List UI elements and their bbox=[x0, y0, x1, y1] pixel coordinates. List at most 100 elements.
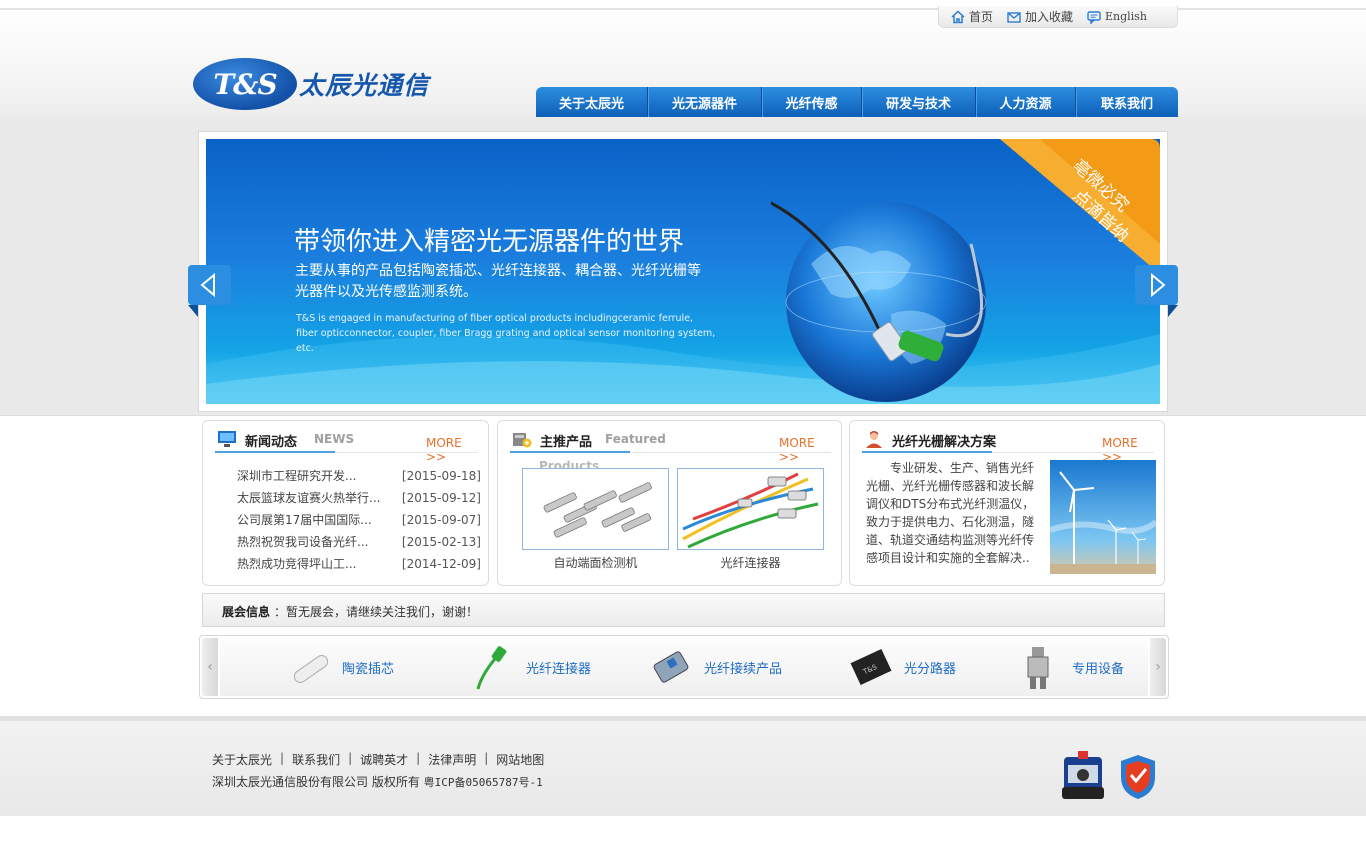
footer-separator: | bbox=[280, 751, 285, 765]
news-title: 新闻动态 bbox=[245, 435, 298, 450]
news-item-title: 热烈祝贺我司设备光纤... bbox=[237, 535, 369, 549]
news-item[interactable]: 深圳市工程研究开发... [2015-09-18] bbox=[237, 467, 481, 489]
home-link[interactable]: 首页 bbox=[951, 8, 993, 25]
news-item[interactable]: 公司展第17届中国国际... [2015-09-07] bbox=[237, 511, 481, 533]
footer-link-jobs[interactable]: 诚聘英才 bbox=[360, 751, 408, 768]
carousel-item-ferrule[interactable]: 陶瓷插芯 bbox=[286, 638, 394, 696]
nav-fiber-sensing[interactable]: 光纤传感 bbox=[762, 87, 862, 117]
splitter-icon: T&S bbox=[850, 648, 892, 686]
news-item-title: 太辰篮球友谊赛火热举行... bbox=[237, 491, 381, 505]
police-badge-icon[interactable] bbox=[1060, 751, 1106, 803]
solutions-underline bbox=[862, 451, 992, 453]
main-nav: 关于太辰光 光无源器件 光纤传感 研发与技术 人力资源 联系我们 bbox=[536, 87, 1178, 117]
news-item-date: [2015-09-12] bbox=[401, 491, 481, 505]
solutions-panel: 光纤光栅解决方案 MORE >> 专业研发、生产、销售光纤光栅、光纤光栅传感器和… bbox=[849, 420, 1165, 586]
news-item-date: [2014-12-09] bbox=[401, 557, 481, 571]
banner-subtitle: 主要从事的产品包括陶瓷插芯、光纤连接器、耦合器、光纤光栅等光器件以及光传感监测系… bbox=[295, 263, 701, 300]
product-thumb-inspection-machine[interactable] bbox=[522, 468, 669, 550]
security-shield-icon[interactable] bbox=[1115, 751, 1161, 803]
nav-contact[interactable]: 联系我们 bbox=[1076, 87, 1178, 117]
monitor-icon bbox=[218, 431, 236, 447]
chat-icon bbox=[1087, 10, 1101, 24]
news-item-title: 深圳市工程研究开发... bbox=[237, 469, 357, 483]
product-caption[interactable]: 光纤连接器 bbox=[677, 554, 824, 571]
footer-link-legal[interactable]: 法律声明 bbox=[428, 751, 476, 768]
equipment-icon bbox=[1027, 647, 1049, 689]
nav-hr[interactable]: 人力资源 bbox=[976, 87, 1076, 117]
footer-link-about[interactable]: 关于太辰光 bbox=[212, 751, 272, 768]
person-icon bbox=[866, 431, 882, 448]
expo-bar: 展会信息 ：暂无展会，请继续关注我们，谢谢！ bbox=[202, 593, 1165, 627]
carousel-item-equipment[interactable]: 专用设备 bbox=[1016, 638, 1124, 696]
products-panel-header: 主推产品 Featured Products MORE >> bbox=[510, 427, 831, 473]
carousel-next-arrow[interactable]: › bbox=[1150, 638, 1166, 696]
home-icon bbox=[951, 9, 965, 23]
site-logo[interactable]: T&S 太辰光通信 bbox=[193, 56, 443, 112]
carousel-item-label: 光纤接续产品 bbox=[704, 661, 783, 677]
products-panel: 主推产品 Featured Products MORE >> 自动端面检测机 光… bbox=[497, 420, 842, 586]
news-item[interactable]: 太辰篮球友谊赛火热举行... [2015-09-12] bbox=[237, 489, 481, 511]
footer-links: 关于太辰光 | 联系我们 | 诚聘英才 | 法律声明 | 网站地图 bbox=[212, 751, 544, 768]
logo-mark: T&S bbox=[193, 58, 297, 110]
footer: 关于太辰光 | 联系我们 | 诚聘英才 | 法律声明 | 网站地图 深圳太辰光通… bbox=[0, 716, 1366, 816]
solutions-title: 光纤光栅解决方案 bbox=[892, 435, 997, 450]
copyright: 深圳太辰光通信股份有限公司 版权所有 粤ICP备05065787号-1 bbox=[212, 773, 543, 790]
wind-turbine-image[interactable] bbox=[1050, 460, 1156, 574]
carousel-item-label: 陶瓷插芯 bbox=[342, 661, 395, 677]
products-more-link[interactable]: MORE >> bbox=[779, 436, 831, 464]
corner-ribbon: 亳微必究 点滴皆纳 bbox=[1000, 139, 1160, 274]
home-link-label: 首页 bbox=[969, 10, 994, 24]
fiber-connectors-image bbox=[682, 472, 819, 549]
adapter-icon bbox=[653, 651, 689, 683]
solutions-panel-header: 光纤光栅解决方案 MORE >> bbox=[862, 427, 1154, 464]
products-title: 主推产品 bbox=[540, 435, 593, 450]
news-subtitle: NEWS bbox=[314, 432, 355, 446]
carousel-item-splitter[interactable]: T&S 光分路器 bbox=[848, 638, 956, 696]
carousel-item-label: 专用设备 bbox=[1072, 661, 1125, 677]
product-thumb-connector[interactable] bbox=[677, 468, 824, 550]
globe-connector-image bbox=[771, 201, 987, 402]
english-link-label: English bbox=[1105, 10, 1147, 23]
bookmark-link[interactable]: 加入收藏 bbox=[1007, 8, 1073, 25]
news-item-date: [2015-09-07] bbox=[401, 513, 481, 527]
news-more-link[interactable]: MORE >> bbox=[426, 436, 478, 464]
products-subtitle: Featured bbox=[605, 432, 666, 446]
expo-text: ：暂无展会，请继续关注我们，谢谢！ bbox=[274, 605, 479, 619]
news-item-date: [2015-02-13] bbox=[401, 535, 481, 549]
carousel-item-connector[interactable]: 光纤连接器 bbox=[470, 638, 591, 696]
carousel-strip: 陶瓷插芯 光纤连接器 光纤接续产品 T&S 光分路器 专用设备 bbox=[220, 638, 1148, 696]
carousel-prev-arrow[interactable]: ‹ bbox=[202, 638, 218, 696]
news-item[interactable]: 热烈祝贺我司设备光纤... [2015-02-13] bbox=[237, 533, 481, 555]
banner-next-arrow[interactable] bbox=[1135, 265, 1178, 317]
logo-name: 太辰光通信 bbox=[299, 71, 430, 100]
product-caption[interactable]: 自动端面检测机 bbox=[522, 554, 669, 571]
nav-about[interactable]: 关于太辰光 bbox=[536, 87, 648, 117]
nav-rnd[interactable]: 研发与技术 bbox=[862, 87, 976, 117]
carousel-item-label: 光纤连接器 bbox=[526, 661, 592, 677]
footer-link-sitemap[interactable]: 网站地图 bbox=[496, 751, 544, 768]
news-panel-header: 新闻动态 NEWS MORE >> bbox=[215, 427, 478, 464]
news-list: 深圳市工程研究开发... [2015-09-18] 太辰篮球友谊赛火热举行... [… bbox=[237, 467, 481, 577]
connector-icon bbox=[476, 646, 507, 690]
top-links-bar: 首页 加入收藏 English bbox=[938, 6, 1178, 28]
banner-prev-arrow[interactable] bbox=[188, 265, 231, 317]
expo-label: 展会信息 bbox=[222, 605, 271, 619]
copyright-text: 深圳太辰光通信股份有限公司 版权所有 bbox=[212, 775, 424, 789]
ferrule-icon bbox=[293, 655, 329, 683]
product-box-icon bbox=[513, 433, 532, 448]
news-underline bbox=[215, 451, 335, 453]
english-link[interactable]: English bbox=[1087, 10, 1147, 24]
hero-banner[interactable]: 带领你进入精密光无源器件的世界 主要从事的产品包括陶瓷插芯、光纤连接器、耦合器、… bbox=[206, 139, 1160, 404]
news-item[interactable]: 热烈成功竞得坪山工... [2014-12-09] bbox=[237, 555, 481, 577]
nav-passive-devices[interactable]: 光无源器件 bbox=[648, 87, 762, 117]
footer-link-contact[interactable]: 联系我们 bbox=[292, 751, 340, 768]
news-item-title: 热烈成功竞得坪山工... bbox=[237, 557, 357, 571]
icp-number[interactable]: 粤ICP备05065787号-1 bbox=[424, 776, 543, 789]
carousel-item-label: 光分路器 bbox=[904, 661, 957, 677]
footer-separator: | bbox=[348, 751, 353, 765]
news-item-date: [2015-09-18] bbox=[401, 469, 481, 483]
news-panel: 新闻动态 NEWS MORE >> 深圳市工程研究开发... [2015-09-1… bbox=[202, 420, 489, 586]
carousel-item-adapter[interactable]: 光纤接续产品 bbox=[648, 638, 782, 696]
footer-separator: | bbox=[484, 751, 489, 765]
bookmark-link-label: 加入收藏 bbox=[1025, 10, 1074, 24]
